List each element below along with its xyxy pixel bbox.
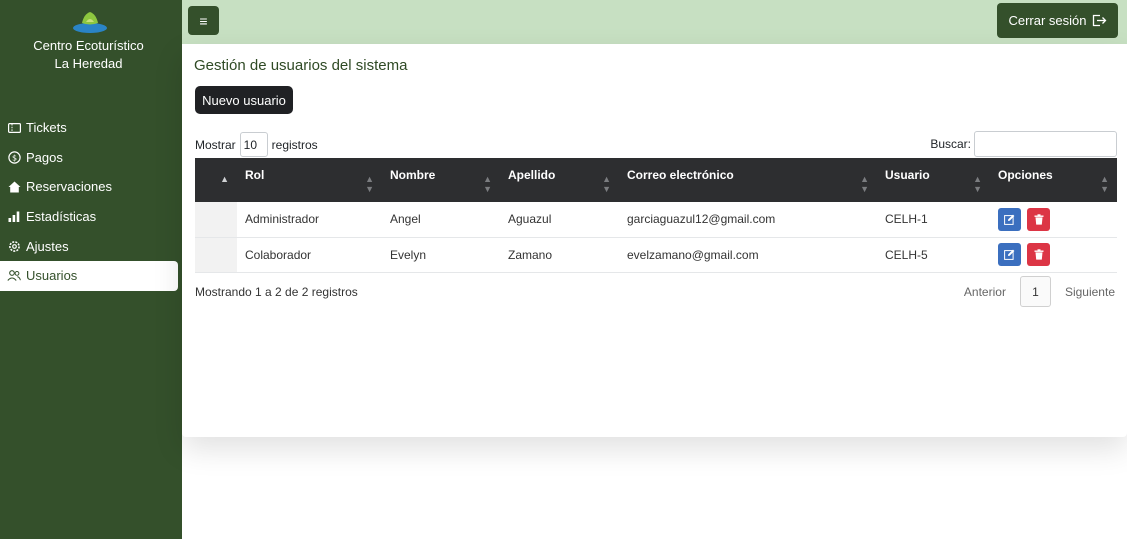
search-input[interactable] [974, 131, 1117, 157]
sidebar-item-reservaciones[interactable]: Reservaciones [0, 172, 182, 202]
cell-rol: Administrador [237, 202, 382, 238]
delete-button[interactable] [1027, 243, 1051, 266]
column-header-rol[interactable]: Rol ▲ ▼ [237, 158, 382, 202]
users-table: ▲ Rol ▲ ▼ Nombre ▲ ▼ Apellido ▲ ▼ Correo elect… [195, 158, 1117, 273]
edit-icon [1004, 249, 1015, 260]
delete-button[interactable] [1027, 207, 1051, 231]
sidebar-nav: Tickets $ Pagos Reservaciones Estadístic… [0, 113, 182, 291]
sidebar: Centro Ecoturístico La Heredad Tickets $… [0, 0, 182, 539]
search-label: Buscar: [930, 137, 971, 151]
table-header-row: ▲ Rol ▲ ▼ Nombre ▲ ▼ Apellido ▲ ▼ Correo elect… [195, 158, 1117, 202]
edit-button[interactable] [998, 207, 1021, 231]
cell-usuario: CELH-1 [877, 202, 990, 238]
users-icon [7, 269, 21, 283]
column-label: Correo electrónico [627, 168, 734, 182]
sort-icon: ▲ ▼ [365, 174, 374, 194]
pagination-previous[interactable]: Anterior [964, 285, 1006, 299]
table-row: Colaborador Evelyn Zamano evelzamano@gma… [195, 237, 1117, 273]
length-prefix: Mostrar [195, 137, 236, 152]
sidebar-item-label: Tickets [26, 120, 67, 136]
sidebar-item-label: Estadísticas [26, 209, 97, 225]
sidebar-item-label: Pagos [26, 149, 63, 165]
sort-icon: ▲ ▼ [602, 174, 611, 194]
cell-opciones [990, 237, 1117, 273]
logo-icon [73, 12, 107, 33]
house-icon [7, 180, 21, 194]
svg-text:$: $ [11, 153, 16, 162]
column-label: Nombre [390, 168, 436, 182]
column-header-usuario[interactable]: Usuario ▲ ▼ [877, 158, 990, 202]
users-card: Gestión de usuarios del sistema Nuevo us… [182, 44, 1127, 437]
ticket-icon [7, 121, 21, 135]
sidebar-item-label: Reservaciones [26, 179, 112, 195]
bar-chart-icon [7, 210, 21, 224]
column-label: Opciones [998, 168, 1053, 182]
trash-icon [1034, 249, 1044, 260]
cell-nombre: Angel [382, 202, 500, 238]
sidebar-item-tickets[interactable]: Tickets [0, 113, 182, 143]
column-header-opciones[interactable]: Opciones ▲ ▼ [990, 158, 1117, 202]
brand-line-2: La Heredad [54, 56, 123, 71]
row-control-cell[interactable] [195, 202, 237, 238]
logout-label: Cerrar sesión [1008, 13, 1087, 28]
trash-icon [1034, 214, 1044, 225]
new-user-button[interactable]: Nuevo usuario [195, 86, 293, 114]
page-length-control: Mostrar 10 registros [195, 132, 318, 157]
table-row: Administrador Angel Aguazul garciaguazul… [195, 202, 1117, 238]
cell-opciones [990, 202, 1117, 238]
cell-correo: garciaguazul12@gmail.com [619, 202, 877, 238]
dollar-icon: $ [7, 150, 21, 164]
gear-icon [7, 239, 21, 253]
cell-apellido: Zamano [500, 237, 619, 273]
sidebar-item-estadisticas[interactable]: Estadísticas [0, 202, 182, 232]
top-bar: ≡ Cerrar sesión [182, 0, 1127, 44]
page-length-select[interactable]: 10 [239, 132, 268, 157]
pagination-next[interactable]: Siguiente [1065, 285, 1115, 299]
sidebar-item-pagos[interactable]: $ Pagos [0, 143, 182, 173]
column-label: Apellido [508, 168, 556, 182]
cell-correo: evelzamano@gmail.com [619, 237, 877, 273]
sidebar-item-label: Usuarios [26, 268, 78, 284]
logout-button[interactable]: Cerrar sesión [997, 3, 1118, 38]
sidebar-item-label: Ajustes [26, 238, 69, 254]
pagination-page-1[interactable]: 1 [1019, 276, 1051, 307]
row-control-cell[interactable] [195, 237, 237, 273]
cell-nombre: Evelyn [382, 237, 500, 273]
length-suffix: registros [271, 137, 318, 152]
menu-toggle-button[interactable]: ≡ [188, 6, 219, 35]
cell-usuario: CELH-5 [877, 237, 990, 273]
brand-line-1: Centro Ecoturístico [33, 38, 144, 53]
sort-icon: ▲ ▼ [483, 174, 492, 194]
hamburger-icon: ≡ [199, 12, 208, 29]
column-header-correo[interactable]: Correo electrónico ▲ ▼ [619, 158, 877, 202]
column-header-apellido[interactable]: Apellido ▲ ▼ [500, 158, 619, 202]
cell-apellido: Aguazul [500, 202, 619, 238]
edit-button[interactable] [998, 243, 1021, 266]
sort-asc-icon: ▲ [220, 174, 229, 184]
column-header-nombre[interactable]: Nombre ▲ ▼ [382, 158, 500, 202]
column-header-control[interactable]: ▲ [195, 158, 237, 202]
brand-name: Centro Ecoturístico La Heredad [0, 37, 177, 73]
search-control: Buscar: [930, 131, 1117, 157]
logout-icon [1092, 14, 1106, 27]
pagination: Anterior 1 Siguiente [964, 276, 1115, 307]
table-info: Mostrando 1 a 2 de 2 registros [195, 285, 358, 299]
page-title: Gestión de usuarios del sistema [194, 57, 408, 74]
cell-rol: Colaborador [237, 237, 382, 273]
edit-icon [1004, 214, 1015, 225]
column-label: Rol [245, 168, 265, 182]
sort-icon: ▲ ▼ [973, 174, 982, 194]
sidebar-item-ajustes[interactable]: Ajustes [0, 231, 182, 261]
sidebar-item-usuarios[interactable]: Usuarios [0, 260, 178, 291]
column-label: Usuario [885, 168, 930, 182]
sort-icon: ▲ ▼ [1100, 174, 1109, 194]
sort-icon: ▲ ▼ [860, 174, 869, 194]
